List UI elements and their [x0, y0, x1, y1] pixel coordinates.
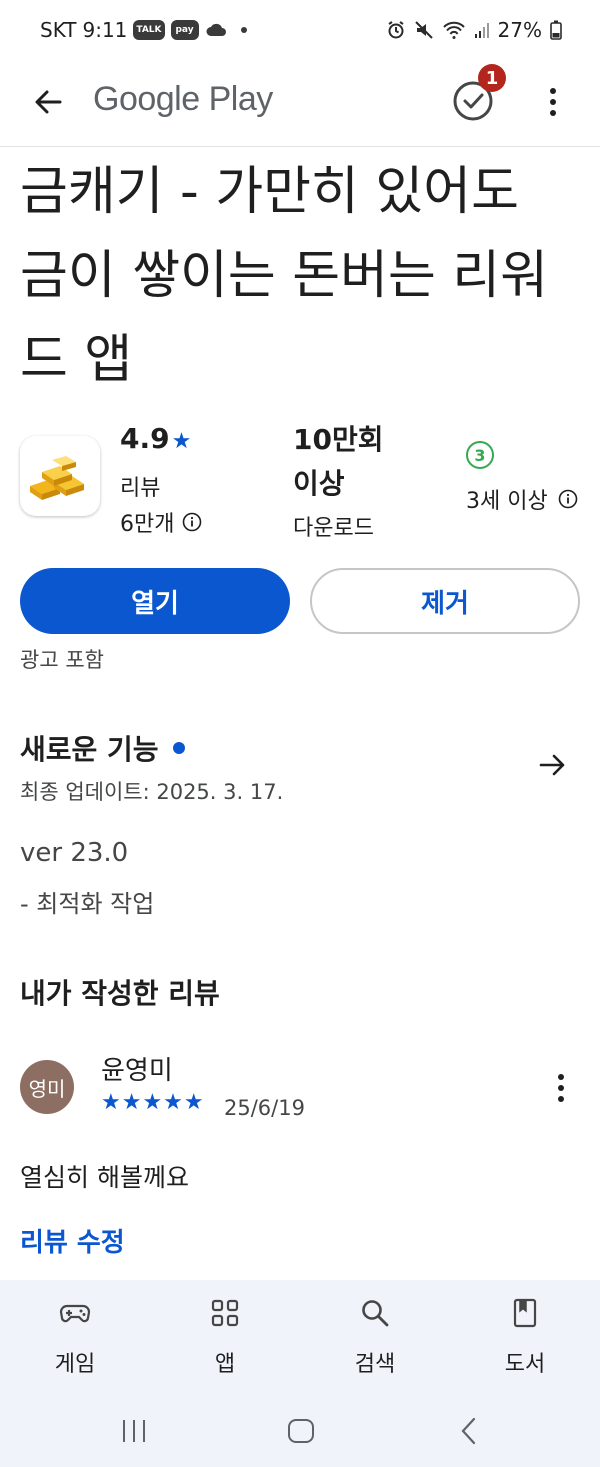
mute-icon: [414, 21, 433, 39]
app-bar: Google Play 1: [0, 62, 600, 147]
nav-label-games: 게임: [54, 1352, 96, 1377]
bottom-nav: 게임 앱 검색 도서: [0, 1280, 600, 1404]
downloads-label: 다운로드: [293, 516, 374, 541]
status-left: SKT 9:11 TALK pay: [40, 18, 247, 42]
version-text: ver 23.0: [20, 838, 129, 868]
status-right: 27%: [386, 18, 562, 42]
cloud-icon: [206, 23, 226, 36]
notification-badge: 1: [478, 64, 506, 92]
age-rating[interactable]: 3세 이상: [466, 483, 578, 515]
status-bar: SKT 9:11 TALK pay 27%: [0, 0, 600, 62]
rating-number: 4.9: [120, 422, 170, 455]
nav-label-books: 도서: [504, 1352, 546, 1377]
uninstall-button[interactable]: 제거: [310, 568, 580, 634]
age-rating-badge: 3: [466, 441, 494, 469]
star-icon: ★: [171, 429, 192, 454]
clock: 9:11: [82, 18, 128, 42]
info-icon[interactable]: [182, 512, 202, 532]
nav-item-search[interactable]: 검색: [300, 1280, 450, 1404]
avatar: 영미: [20, 1060, 74, 1114]
search-icon: [362, 1300, 389, 1327]
more-vert-icon[interactable]: [548, 1068, 574, 1108]
reviewer-name: 윤영미: [101, 1056, 173, 1086]
back-icon[interactable]: [453, 1414, 487, 1448]
nav-label-apps: 앱: [214, 1352, 236, 1377]
app-icon: [20, 436, 100, 516]
more-vert-icon[interactable]: [540, 82, 566, 122]
app-title: 금캐기 - 가만히 있어도 금이 쌓이는 돈버는 리워드 앱: [20, 162, 548, 390]
arrow-forward-icon[interactable]: [536, 748, 570, 782]
battery-percent: 27%: [497, 18, 542, 42]
recent-apps-icon[interactable]: [117, 1414, 151, 1448]
notification-dot-icon: [240, 27, 247, 33]
gamepad-icon: [59, 1304, 91, 1323]
battery-icon: [550, 20, 562, 40]
contains-ads-note: 광고 포함: [20, 648, 104, 672]
nav-item-books[interactable]: 도서: [450, 1280, 600, 1404]
review-text: 열심히 해볼께요: [20, 1163, 189, 1192]
gold-bars-icon: [30, 456, 84, 500]
carrier-label: SKT: [40, 18, 77, 42]
review-count-text: 6만개: [120, 512, 175, 537]
nav-item-apps[interactable]: 앱: [150, 1280, 300, 1404]
google-play-logo[interactable]: Google Play: [93, 80, 273, 119]
wifi-icon: [442, 21, 465, 39]
nav-item-games[interactable]: 게임: [0, 1280, 150, 1404]
apps-grid-icon: [211, 1299, 239, 1327]
new-indicator-dot: [172, 742, 185, 754]
system-nav-bar: [0, 1396, 600, 1467]
last-updated: 최종 업데이트: 2025. 3. 17.: [20, 780, 284, 804]
star-rating: ★★★★★: [101, 1090, 205, 1115]
home-icon[interactable]: [284, 1414, 318, 1448]
change-note: - 최적화 작업: [20, 890, 155, 918]
whats-new-title[interactable]: 새로운 기능: [20, 728, 185, 768]
review-count[interactable]: 6만개: [120, 506, 202, 538]
review-date: 25/6/19: [224, 1096, 305, 1120]
whats-new-label: 새로운 기능: [20, 733, 159, 766]
rating-value: 4.9★: [120, 422, 191, 455]
back-arrow-icon[interactable]: [28, 82, 68, 122]
edit-review-link[interactable]: 리뷰 수정: [20, 1222, 125, 1259]
open-button[interactable]: 열기: [20, 568, 290, 634]
alarm-icon: [387, 21, 404, 39]
signal-icon: [474, 23, 489, 38]
nav-label-search: 검색: [354, 1352, 396, 1377]
age-rating-label: 3세 이상: [466, 489, 548, 514]
info-icon[interactable]: [558, 489, 578, 509]
book-icon: [513, 1298, 537, 1328]
downloads-count: 10만회 이상: [293, 423, 384, 500]
my-review-title: 내가 작성한 리뷰: [20, 977, 220, 1010]
review-label: 리뷰: [120, 476, 161, 501]
pay-icon: pay: [170, 20, 199, 40]
kakaotalk-icon: TALK: [133, 20, 165, 40]
